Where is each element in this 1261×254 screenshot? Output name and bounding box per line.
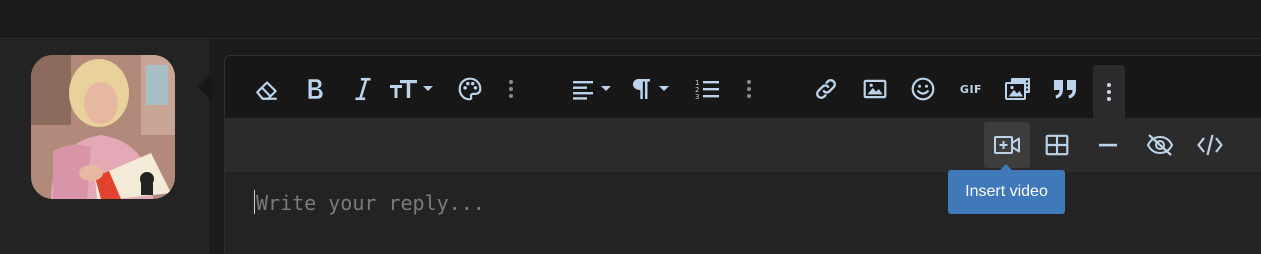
post-pointer-arrow: [198, 74, 211, 100]
eye-slash-icon: [1146, 134, 1174, 156]
top-bar: [0, 0, 1261, 38]
eraser-icon: [256, 81, 277, 100]
bold-icon: [308, 79, 323, 99]
link-icon: [816, 79, 836, 99]
minus-icon: [1099, 143, 1117, 147]
more-text-button[interactable]: [500, 69, 522, 109]
avatar[interactable]: [31, 55, 175, 199]
align-button[interactable]: [568, 69, 616, 109]
gif-icon: GIF: [959, 82, 983, 96]
video-plus-icon: [994, 136, 1020, 154]
tooltip-text: Insert video: [965, 183, 1048, 200]
quote-button[interactable]: [1046, 69, 1086, 109]
paragraph-icon: [633, 79, 669, 99]
paragraph-format-button[interactable]: [628, 69, 674, 109]
image-icon: [863, 79, 887, 99]
italic-button[interactable]: [344, 69, 382, 109]
bold-button[interactable]: [296, 69, 334, 109]
spoiler-button[interactable]: [1139, 125, 1181, 165]
insert-gif-button[interactable]: GIF: [952, 69, 990, 109]
smiley-icon: [911, 77, 935, 101]
vertical-ellipsis-icon: [509, 80, 513, 98]
smilies-button[interactable]: [903, 69, 943, 109]
text-caret: [254, 190, 255, 214]
insert-link-button[interactable]: [806, 69, 846, 109]
insert-image-button[interactable]: [855, 69, 895, 109]
table-icon: [1045, 134, 1069, 156]
media-icon: [1005, 78, 1030, 100]
code-icon: [1197, 134, 1223, 156]
vertical-ellipsis-icon: [1107, 82, 1111, 101]
more-paragraph-button[interactable]: [738, 69, 760, 109]
align-left-icon: [573, 81, 611, 100]
code-button[interactable]: [1190, 125, 1230, 165]
text-size-icon: [390, 80, 433, 98]
insert-table-button[interactable]: [1037, 125, 1077, 165]
reply-input[interactable]: [254, 186, 906, 220]
horizontal-line-button[interactable]: [1088, 125, 1128, 165]
insert-video-button[interactable]: [984, 122, 1030, 168]
insert-video-tooltip: Insert video: [948, 170, 1065, 214]
ordered-list-button[interactable]: 1 2 3: [688, 69, 726, 109]
italic-icon: [355, 77, 371, 101]
palette-icon: [458, 77, 482, 101]
svg-text:3: 3: [695, 93, 699, 101]
clear-formatting-button[interactable]: [248, 69, 286, 109]
text-color-button[interactable]: [451, 69, 489, 109]
vertical-ellipsis-icon: [747, 80, 751, 98]
avatar-image: [31, 55, 175, 199]
more-rich-button[interactable]: [1093, 65, 1125, 118]
font-size-button[interactable]: [386, 69, 438, 109]
media-button[interactable]: [998, 69, 1038, 109]
quote-icon: [1054, 80, 1076, 99]
numbered-list-icon: 1 2 3: [695, 79, 719, 101]
